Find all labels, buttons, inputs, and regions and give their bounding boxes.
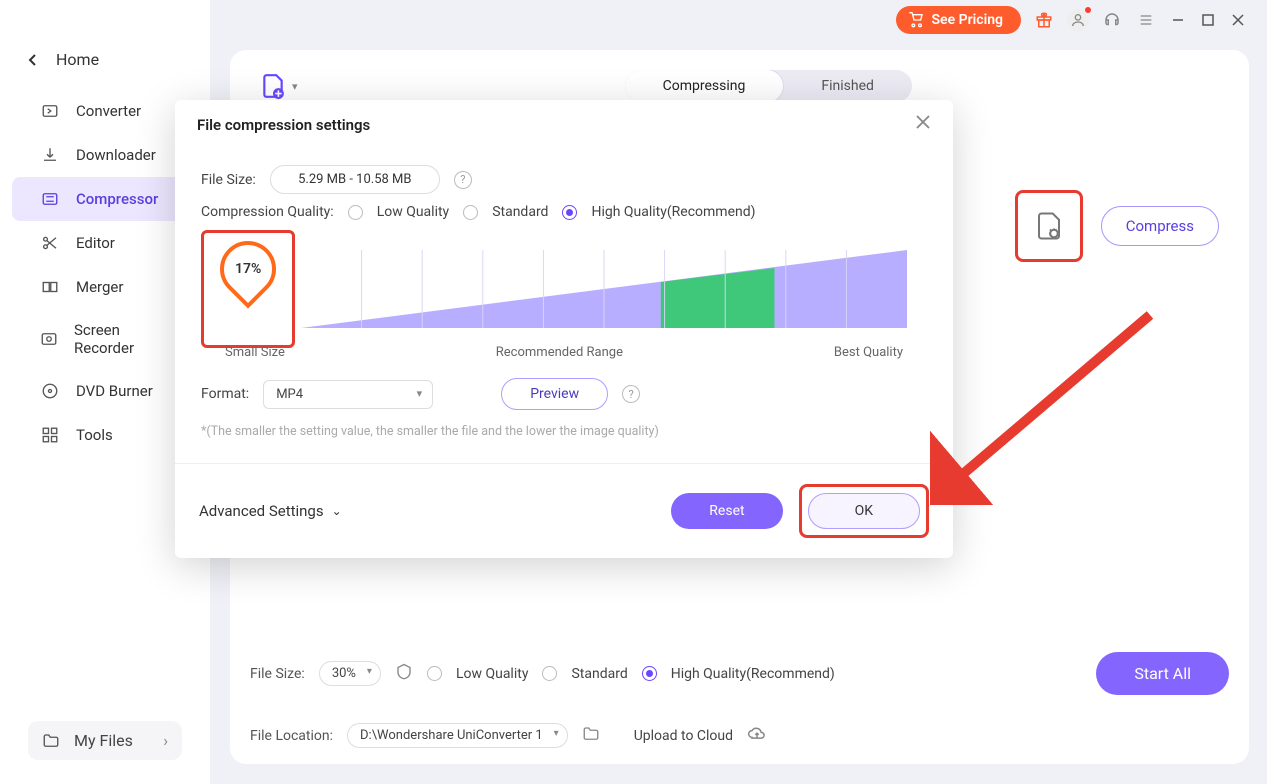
my-files-label: My Files: [74, 731, 133, 750]
modal-file-size-label: File Size:: [201, 172, 256, 188]
advanced-settings-toggle[interactable]: Advanced Settings ⌄: [199, 502, 342, 520]
compressor-icon: [40, 189, 60, 209]
tab-compressing[interactable]: Compressing: [625, 70, 784, 102]
add-file-icon: [260, 73, 286, 99]
home-button[interactable]: Home: [0, 40, 210, 89]
compression-quality-label: Compression Quality:: [201, 204, 334, 220]
file-size-label: File Size:: [250, 666, 305, 682]
user-icon[interactable]: [1067, 9, 1089, 31]
my-files-button[interactable]: My Files ›: [28, 721, 182, 760]
cart-icon: [908, 12, 924, 28]
low-quality-label: Low Quality: [456, 666, 529, 682]
pin-icon: 17%: [208, 229, 287, 308]
tab-group: Compressing Finished: [625, 70, 912, 102]
upload-cloud-label: Upload to Cloud: [634, 728, 733, 744]
nav-label: Converter: [76, 102, 141, 120]
radio-high-quality[interactable]: [642, 666, 657, 681]
advanced-label: Advanced Settings: [199, 502, 324, 520]
nav-label: Screen Recorder: [74, 321, 170, 357]
gift-icon[interactable]: [1033, 9, 1055, 31]
maximize-button[interactable]: [1199, 11, 1217, 29]
chevron-down-icon: ⌄: [332, 504, 342, 518]
minimize-button[interactable]: [1169, 11, 1187, 29]
record-icon: [40, 329, 58, 349]
file-location-label: File Location:: [250, 728, 333, 744]
modal-high-label: High Quality(Recommend): [591, 204, 755, 220]
modal-file-size-value[interactable]: 5.29 MB - 10.58 MB: [270, 165, 440, 194]
file-gear-icon: [1034, 211, 1064, 241]
close-window-button[interactable]: [1229, 11, 1247, 29]
nav-label: DVD Burner: [76, 382, 153, 400]
add-file-button[interactable]: ▾: [260, 73, 298, 99]
tab-finished[interactable]: Finished: [783, 70, 912, 102]
back-icon: [28, 54, 38, 66]
help-icon[interactable]: ?: [454, 171, 472, 189]
compression-slider[interactable]: 17% Small Size Recommended Range Best Qu…: [201, 230, 927, 360]
best-quality-label: Best Quality: [834, 345, 903, 360]
folder-icon: [42, 732, 60, 750]
modal-radio-standard[interactable]: [463, 205, 478, 220]
close-icon: [915, 114, 931, 130]
modal-low-label: Low Quality: [377, 204, 450, 220]
percent-marker: 17%: [201, 230, 295, 348]
modal-radio-high[interactable]: [562, 205, 577, 220]
recommended-label: Recommended Range: [496, 345, 623, 360]
menu-icon[interactable]: [1135, 9, 1157, 31]
chevron-right-icon: ›: [163, 731, 168, 750]
cloud-icon[interactable]: [747, 724, 767, 748]
preview-button[interactable]: Preview: [501, 378, 608, 410]
format-label: Format:: [201, 386, 249, 402]
chevron-down-icon: ▾: [292, 80, 298, 93]
see-pricing-label: See Pricing: [932, 12, 1003, 28]
high-quality-label: High Quality(Recommend): [671, 666, 835, 682]
file-size-select[interactable]: 30%: [319, 661, 381, 686]
start-all-button[interactable]: Start All: [1096, 652, 1229, 695]
nav-label: Compressor: [76, 190, 158, 208]
nav-label: Tools: [76, 426, 113, 444]
bottom-bar: File Size: 30% Low Quality Standard High…: [250, 652, 1229, 748]
download-icon: [40, 145, 60, 165]
nav-label: Merger: [76, 278, 123, 296]
standard-label: Standard: [571, 666, 627, 682]
sidebar-item-editor[interactable]: Editor: [12, 221, 198, 265]
modal-close-button[interactable]: [915, 114, 931, 135]
help-icon[interactable]: ?: [622, 385, 640, 403]
percent-value: 17%: [235, 261, 261, 277]
sidebar-item-downloader[interactable]: Downloader: [12, 133, 198, 177]
sidebar-item-compressor[interactable]: Compressor: [12, 177, 198, 221]
nav-label: Downloader: [76, 146, 156, 164]
sidebar-item-merger[interactable]: Merger: [12, 265, 198, 309]
grid-icon: [40, 425, 60, 445]
nav-label: Editor: [76, 234, 115, 252]
see-pricing-button[interactable]: See Pricing: [896, 6, 1021, 34]
small-size-label: Small Size: [225, 345, 285, 360]
ok-button[interactable]: OK: [808, 493, 920, 529]
file-location-select[interactable]: D:\Wondershare UniConverter 1: [347, 723, 568, 748]
sidebar-item-converter[interactable]: Converter: [12, 89, 198, 133]
compression-note: *(The smaller the setting value, the sma…: [201, 424, 927, 439]
format-select[interactable]: MP4: [263, 380, 433, 409]
sidebar-item-dvd-burner[interactable]: DVD Burner: [12, 369, 198, 413]
open-folder-icon[interactable]: [582, 725, 600, 747]
lock-icon[interactable]: [395, 663, 413, 685]
merger-icon: [40, 277, 60, 297]
compression-settings-modal: File compression settings File Size: 5.2…: [175, 100, 953, 558]
radio-low-quality[interactable]: [427, 666, 442, 681]
sidebar-item-screen-recorder[interactable]: Screen Recorder: [12, 309, 198, 369]
support-icon[interactable]: [1101, 9, 1123, 31]
home-label: Home: [56, 50, 99, 69]
ok-highlight: OK: [799, 484, 929, 538]
modal-title: File compression settings: [197, 116, 370, 134]
modal-standard-label: Standard: [492, 204, 548, 220]
modal-radio-low[interactable]: [348, 205, 363, 220]
compress-button[interactable]: Compress: [1101, 206, 1219, 246]
reset-button[interactable]: Reset: [671, 493, 782, 529]
file-settings-button[interactable]: [1015, 190, 1083, 262]
scissors-icon: [40, 233, 60, 253]
radio-standard[interactable]: [542, 666, 557, 681]
converter-icon: [40, 101, 60, 121]
sidebar-item-tools[interactable]: Tools: [12, 413, 198, 457]
disc-icon: [40, 381, 60, 401]
